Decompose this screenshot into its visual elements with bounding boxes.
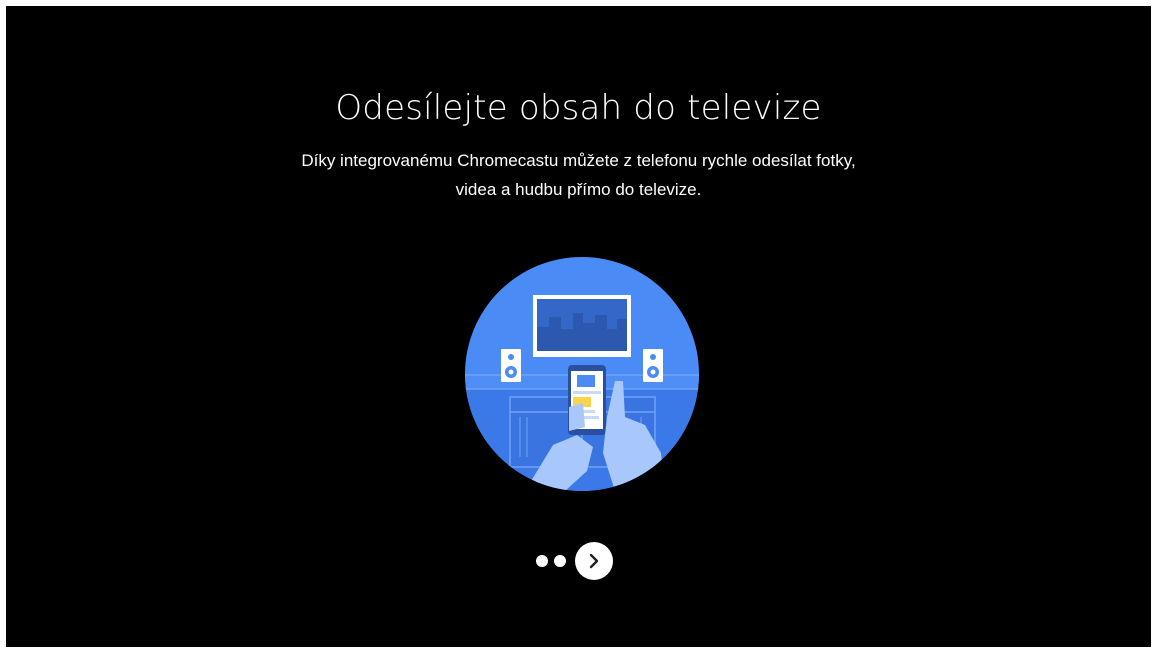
next-button[interactable] [575, 542, 613, 580]
page-description: Díky integrovanému Chromecastu můžete z … [6, 146, 1151, 204]
description-line-1: Díky integrovanému Chromecastu můžete z … [301, 151, 856, 170]
page-indicator [536, 540, 613, 582]
description-line-2: videa a hudbu přímo do televize. [455, 180, 702, 199]
page-dot-2 [554, 555, 566, 567]
page-title: Odesílejte obsah do televize [335, 88, 822, 128]
tv-screen: Odesílejte obsah do televize Díky integr… [6, 6, 1151, 647]
chevron-right-icon [589, 553, 599, 569]
chromecast-illustration [465, 257, 699, 491]
page-dot-1 [536, 555, 548, 567]
